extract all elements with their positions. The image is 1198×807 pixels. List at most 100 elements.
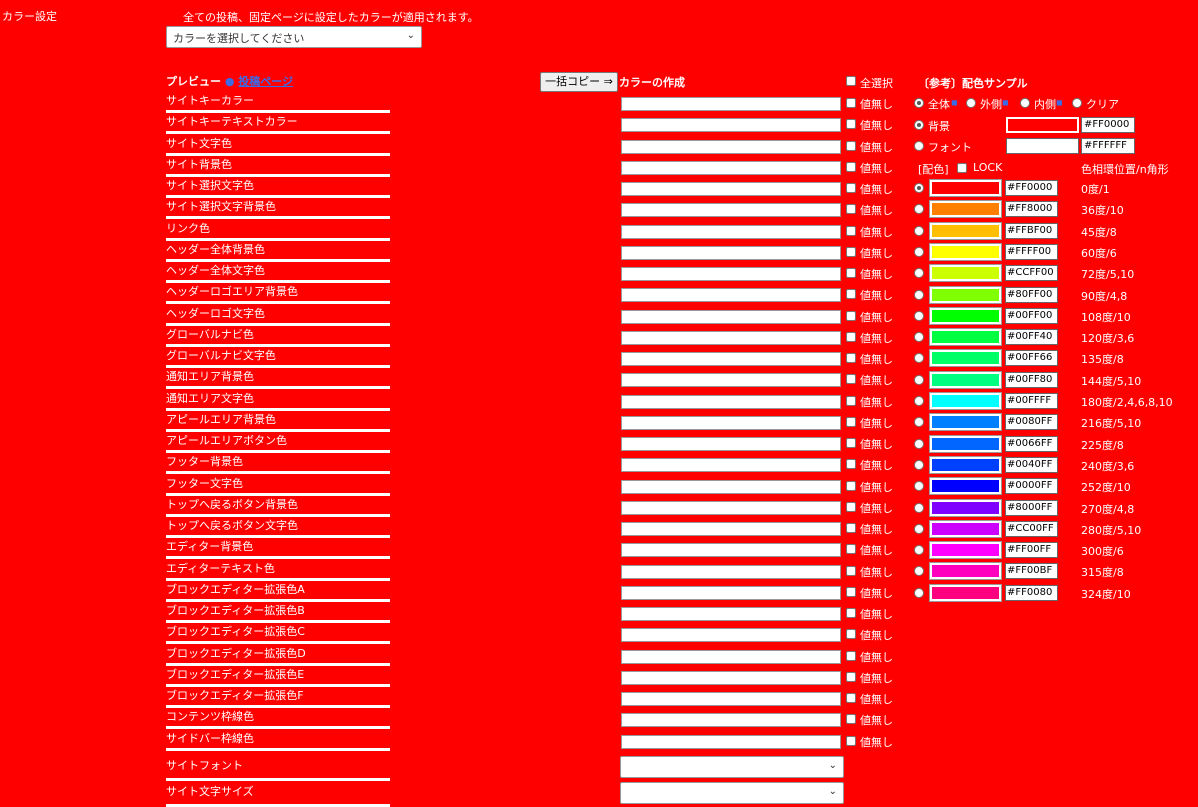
font-select[interactable]: ⌄ [620, 782, 844, 804]
palette-radio[interactable] [914, 481, 924, 491]
color-input[interactable] [621, 607, 841, 621]
color-input[interactable] [621, 671, 841, 685]
palette-radio[interactable] [914, 183, 924, 193]
palette-radio[interactable] [914, 204, 924, 214]
no-value-checkbox[interactable] [846, 204, 856, 214]
palette-radio[interactable] [914, 268, 924, 278]
palette-hex[interactable]: #0080FF [1005, 414, 1058, 430]
palette-radio[interactable] [914, 460, 924, 470]
no-value-checkbox[interactable] [846, 353, 856, 363]
palette-swatch[interactable] [929, 200, 1002, 218]
palette-radio[interactable] [914, 566, 924, 576]
palette-swatch[interactable] [929, 584, 1002, 602]
color-input[interactable] [621, 352, 841, 366]
palette-swatch[interactable] [929, 328, 1002, 346]
palette-hex[interactable]: #0040FF [1005, 457, 1058, 473]
no-value-checkbox[interactable] [846, 183, 856, 193]
no-value-checkbox[interactable] [846, 544, 856, 554]
palette-swatch[interactable] [929, 435, 1002, 453]
palette-radio[interactable] [914, 417, 924, 427]
palette-radio[interactable] [914, 545, 924, 555]
palette-swatch[interactable] [929, 499, 1002, 517]
palette-radio[interactable] [914, 226, 924, 236]
palette-radio[interactable] [914, 290, 924, 300]
palette-swatch[interactable] [929, 541, 1002, 559]
no-value-checkbox[interactable] [846, 247, 856, 257]
color-input[interactable] [621, 118, 841, 132]
no-value-checkbox[interactable] [846, 502, 856, 512]
palette-hex[interactable]: #0000FF [1005, 478, 1058, 494]
color-input[interactable] [621, 416, 841, 430]
color-input[interactable] [621, 331, 841, 345]
palette-hex[interactable]: #FF0000 [1005, 180, 1058, 196]
no-value-checkbox[interactable] [846, 119, 856, 129]
no-value-checkbox[interactable] [846, 417, 856, 427]
no-value-checkbox[interactable] [846, 608, 856, 618]
palette-swatch[interactable] [929, 562, 1002, 580]
color-input[interactable] [621, 161, 841, 175]
palette-radio[interactable] [914, 524, 924, 534]
scope-radio[interactable] [1072, 98, 1082, 108]
palette-hex[interactable]: #00FF40 [1005, 329, 1058, 345]
color-input[interactable] [621, 501, 841, 515]
font-radio[interactable] [914, 141, 924, 151]
no-value-checkbox[interactable] [846, 289, 856, 299]
font-swatch[interactable] [1006, 138, 1079, 154]
no-value-checkbox[interactable] [846, 481, 856, 491]
palette-radio[interactable] [914, 588, 924, 598]
color-input[interactable] [621, 522, 841, 536]
palette-radio[interactable] [914, 439, 924, 449]
color-input[interactable] [621, 437, 841, 451]
palette-hex[interactable]: #FF00FF [1005, 542, 1058, 558]
background-radio[interactable] [914, 120, 924, 130]
palette-swatch[interactable] [929, 286, 1002, 304]
no-value-checkbox[interactable] [846, 672, 856, 682]
color-input[interactable] [621, 310, 841, 324]
palette-swatch[interactable] [929, 264, 1002, 282]
palette-swatch[interactable] [929, 179, 1002, 197]
color-input[interactable] [621, 203, 841, 217]
palette-radio[interactable] [914, 503, 924, 513]
palette-swatch[interactable] [929, 520, 1002, 538]
scope-radio[interactable] [914, 98, 924, 108]
palette-radio[interactable] [914, 247, 924, 257]
palette-swatch[interactable] [929, 307, 1002, 325]
no-value-checkbox[interactable] [846, 523, 856, 533]
palette-swatch[interactable] [929, 222, 1002, 240]
font-hex-input[interactable]: #FFFFFF [1081, 138, 1135, 154]
palette-hex[interactable]: #0066FF [1005, 436, 1058, 452]
palette-radio[interactable] [914, 311, 924, 321]
lock-checkbox[interactable] [957, 163, 967, 173]
palette-hex[interactable]: #00FF66 [1005, 350, 1058, 366]
color-input[interactable] [621, 650, 841, 664]
background-swatch[interactable] [1006, 117, 1079, 133]
color-input[interactable] [621, 140, 841, 154]
preview-post-link[interactable]: 投稿ページ [238, 75, 293, 88]
no-value-checkbox[interactable] [846, 141, 856, 151]
palette-radio[interactable] [914, 332, 924, 342]
no-value-checkbox[interactable] [846, 268, 856, 278]
color-input[interactable] [621, 373, 841, 387]
palette-swatch[interactable] [929, 413, 1002, 431]
color-input[interactable] [621, 628, 841, 642]
color-input[interactable] [621, 692, 841, 706]
no-value-checkbox[interactable] [846, 693, 856, 703]
color-input[interactable] [621, 288, 841, 302]
color-input[interactable] [621, 735, 841, 749]
palette-hex[interactable]: #FF8000 [1005, 201, 1058, 217]
no-value-checkbox[interactable] [846, 374, 856, 384]
no-value-checkbox[interactable] [846, 714, 856, 724]
background-hex-input[interactable]: #FF0000 [1081, 117, 1135, 133]
palette-swatch[interactable] [929, 371, 1002, 389]
no-value-checkbox[interactable] [846, 736, 856, 746]
palette-radio[interactable] [914, 353, 924, 363]
color-input[interactable] [621, 713, 841, 727]
palette-hex[interactable]: #80FF00 [1005, 287, 1058, 303]
palette-swatch[interactable] [929, 349, 1002, 367]
palette-swatch[interactable] [929, 456, 1002, 474]
no-value-checkbox[interactable] [846, 162, 856, 172]
no-value-checkbox[interactable] [846, 311, 856, 321]
scope-radio[interactable] [1020, 98, 1030, 108]
font-select[interactable]: ⌄ [620, 756, 844, 778]
no-value-checkbox[interactable] [846, 438, 856, 448]
